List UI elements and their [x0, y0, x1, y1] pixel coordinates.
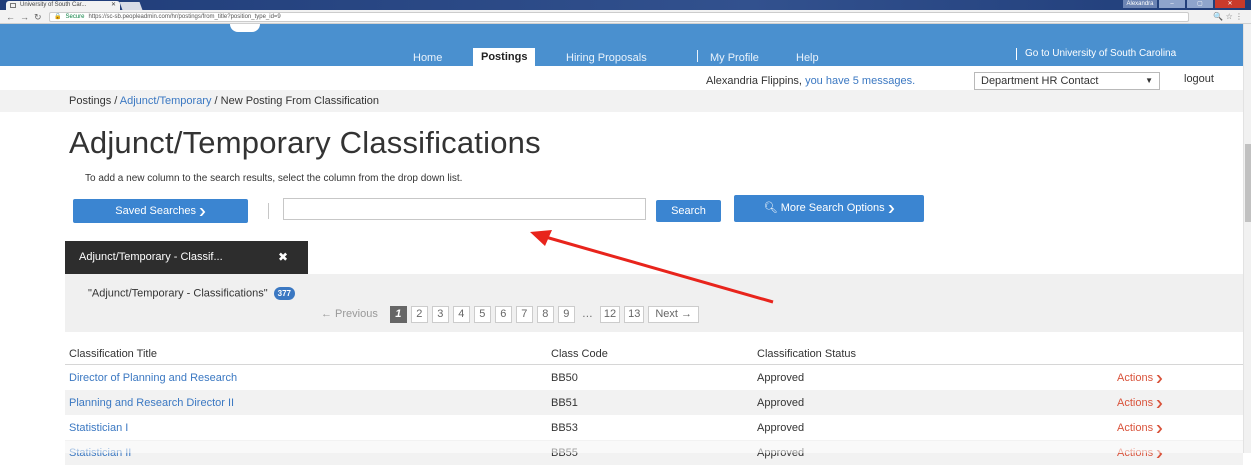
annotation-arrow: [530, 230, 774, 304]
annotation-arrow-line: [541, 234, 774, 304]
